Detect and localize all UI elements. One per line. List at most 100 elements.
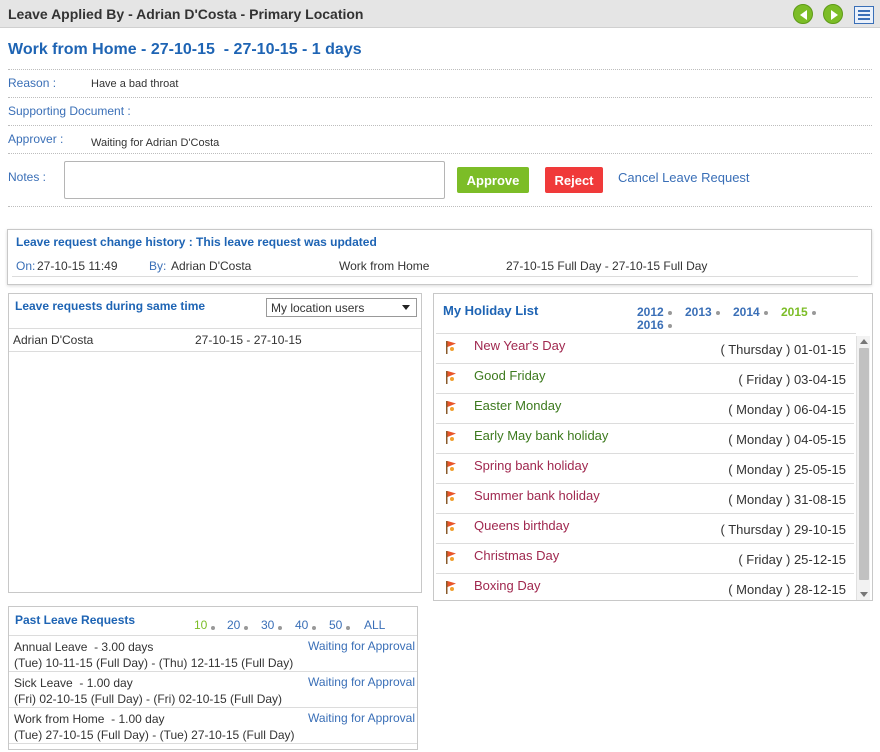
cancel-leave-request-link[interactable]: Cancel Leave Request xyxy=(618,170,750,185)
holiday-row: Early May bank holiday ( Monday ) 04-05-… xyxy=(436,424,854,454)
past-leave-type: Sick Leave - 1.00 day xyxy=(14,676,133,690)
chevron-down-icon xyxy=(402,305,410,310)
holiday-row: Spring bank holiday ( Monday ) 25-05-15 xyxy=(436,454,854,484)
holiday-flag-icon xyxy=(446,431,456,444)
list-view-button[interactable] xyxy=(854,6,874,24)
page-size-50[interactable]: 50 xyxy=(329,618,342,632)
holiday-date: ( Monday ) 31-08-15 xyxy=(728,492,846,507)
notes-label: Notes : xyxy=(8,170,47,184)
scroll-up-icon[interactable] xyxy=(860,339,868,344)
page-size-30[interactable]: 30 xyxy=(261,618,274,632)
scroll-down-icon[interactable] xyxy=(860,592,868,597)
leave-heading: Work from Home - 27-10-15 - 27-10-15 - 1… xyxy=(8,41,362,58)
holiday-name: New Year's Day xyxy=(474,338,566,353)
page-size-20[interactable]: 20 xyxy=(227,618,240,632)
holiday-row: Queens birthday ( Thursday ) 29-10-15 xyxy=(436,514,854,544)
location-filter-value: My location users xyxy=(271,301,365,315)
divider xyxy=(8,153,872,154)
holiday-flag-icon xyxy=(446,371,456,384)
same-time-row-name: Adrian D'Costa xyxy=(13,333,94,347)
holiday-date: ( Monday ) 25-05-15 xyxy=(728,462,846,477)
page-size-40[interactable]: 40 xyxy=(295,618,308,632)
year-link-2012[interactable]: 2012 xyxy=(637,305,664,319)
year-link-2016[interactable]: 2016 xyxy=(637,318,664,332)
past-leave-range: (Fri) 02-10-15 (Full Day) - (Fri) 02-10-… xyxy=(14,692,283,706)
holiday-date: ( Monday ) 04-05-15 xyxy=(728,432,846,447)
approver-label: Approver : xyxy=(8,132,64,146)
holiday-row: New Year's Day ( Thursday ) 01-01-15 xyxy=(436,334,854,364)
list-icon xyxy=(858,10,870,12)
holiday-row: Summer bank holiday ( Monday ) 31-08-15 xyxy=(436,484,854,514)
location-filter-select[interactable]: My location users xyxy=(266,298,417,317)
history-leave-type: Work from Home xyxy=(339,259,430,273)
history-on-label: On: xyxy=(16,259,36,273)
holiday-list-title: My Holiday List xyxy=(443,303,539,318)
year-link-2014[interactable]: 2014 xyxy=(733,305,760,319)
history-on-value: 27-10-15 11:49 xyxy=(37,259,118,273)
past-leave-requests-panel: Past Leave Requests 10 20 30 40 50 ALL A… xyxy=(8,606,418,750)
holiday-name: Summer bank holiday xyxy=(474,488,600,503)
divider xyxy=(9,328,421,329)
same-time-row-dates: 27-10-15 - 27-10-15 xyxy=(195,333,302,347)
holiday-date: ( Thursday ) 29-10-15 xyxy=(720,522,847,537)
past-leave-type: Annual Leave - 3.00 days xyxy=(14,640,154,654)
holiday-name: Queens birthday xyxy=(474,518,570,533)
holiday-name: Good Friday xyxy=(474,368,546,383)
page-size-10[interactable]: 10 xyxy=(194,618,207,632)
change-history-title: Leave request change history : This leav… xyxy=(16,235,377,249)
arrow-left-icon xyxy=(800,10,807,20)
previous-button[interactable] xyxy=(793,4,813,24)
page-size-all[interactable]: ALL xyxy=(364,618,385,632)
divider xyxy=(8,97,872,98)
change-history-panel: Leave request change history : This leav… xyxy=(7,229,872,285)
divider xyxy=(12,276,858,277)
approve-button[interactable]: Approve xyxy=(457,167,529,193)
holiday-date: ( Thursday ) 01-01-15 xyxy=(720,342,847,357)
same-time-title: Leave requests during same time xyxy=(15,299,206,313)
past-leave-requests-title: Past Leave Requests xyxy=(15,613,136,627)
holiday-row: Christmas Day ( Friday ) 25-12-15 xyxy=(436,544,854,574)
history-by-label: By: xyxy=(149,259,167,273)
divider xyxy=(8,206,872,207)
holiday-row: Boxing Day ( Monday ) 28-12-15 xyxy=(436,574,854,604)
reject-button[interactable]: Reject xyxy=(545,167,603,193)
holiday-row: Good Friday ( Friday ) 03-04-15 xyxy=(436,364,854,394)
holiday-list-scrollbar[interactable] xyxy=(856,336,870,600)
supporting-document-label: Supporting Document : xyxy=(8,104,131,118)
year-link-2013[interactable]: 2013 xyxy=(685,305,712,319)
history-date-range: 27-10-15 Full Day - 27-10-15 Full Day xyxy=(506,259,708,273)
holiday-flag-icon xyxy=(446,491,456,504)
holiday-flag-icon xyxy=(446,341,456,354)
notes-field[interactable] xyxy=(64,161,445,199)
year-link-2015[interactable]: 2015 xyxy=(781,305,808,319)
next-button[interactable] xyxy=(823,4,843,24)
title-bar: Leave Applied By - Adrian D'Costa - Prim… xyxy=(0,0,880,28)
same-time-panel: Leave requests during same time My locat… xyxy=(8,293,422,593)
past-leave-status[interactable]: Waiting for Approval xyxy=(308,711,415,725)
approver-value: Waiting for Adrian D'Costa xyxy=(91,137,220,149)
holiday-flag-icon xyxy=(446,401,456,414)
past-leave-status[interactable]: Waiting for Approval xyxy=(308,639,415,653)
past-leave-status[interactable]: Waiting for Approval xyxy=(308,675,415,689)
holiday-list-panel: My Holiday List 2012 2013 2014 2015 2016… xyxy=(433,293,873,601)
scrollbar-thumb[interactable] xyxy=(859,348,869,580)
holiday-date: ( Monday ) 28-12-15 xyxy=(728,582,846,597)
history-by-value: Adrian D'Costa xyxy=(171,259,252,273)
holiday-row: Easter Monday ( Monday ) 06-04-15 xyxy=(436,394,854,424)
holiday-name: Christmas Day xyxy=(474,548,560,563)
divider xyxy=(8,125,872,126)
past-leave-row: Sick Leave - 1.00 day (Fri) 02-10-15 (Fu… xyxy=(9,672,417,708)
divider xyxy=(8,69,872,70)
divider xyxy=(9,351,421,352)
holiday-date: ( Friday ) 25-12-15 xyxy=(738,552,846,567)
holiday-name: Early May bank holiday xyxy=(474,428,609,443)
holiday-date: ( Friday ) 03-04-15 xyxy=(738,372,846,387)
arrow-right-icon xyxy=(831,10,838,20)
holiday-flag-icon xyxy=(446,551,456,564)
holiday-flag-icon xyxy=(446,461,456,474)
reason-value: Have a bad throat xyxy=(91,78,179,90)
past-leave-range: (Tue) 27-10-15 (Full Day) - (Tue) 27-10-… xyxy=(14,728,295,742)
page-title: Leave Applied By - Adrian D'Costa - Prim… xyxy=(8,6,364,22)
past-leave-row: Work from Home - 1.00 day (Tue) 27-10-15… xyxy=(9,708,417,744)
holiday-name: Boxing Day xyxy=(474,578,541,593)
